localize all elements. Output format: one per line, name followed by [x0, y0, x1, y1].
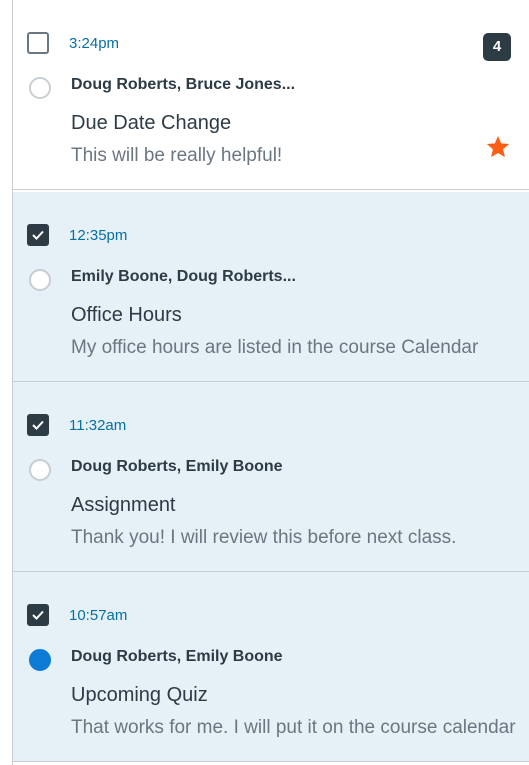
participants: Doug Roberts, Bruce Jones... — [71, 76, 296, 93]
message-preview: This will be really helpful! — [71, 145, 283, 166]
conversation-item[interactable]: 12:35pm Emily Boone, Doug Roberts... Off… — [13, 192, 529, 382]
unread-indicator[interactable] — [29, 649, 51, 671]
select-checkbox[interactable] — [27, 224, 49, 246]
message-time: 11:32am — [69, 417, 127, 434]
inbox-message-list-screen: 3:24pm 4 Doug Roberts, Bruce Jones... Du… — [0, 0, 529, 765]
participants: Doug Roberts, Emily Boone — [71, 458, 283, 475]
select-checkbox[interactable] — [27, 414, 49, 436]
conversation-item[interactable]: 10:57am Doug Roberts, Emily Boone Upcomi… — [13, 572, 529, 762]
checkmark-icon — [32, 230, 44, 240]
checkmark-icon — [32, 610, 44, 620]
read-status-toggle[interactable] — [29, 77, 51, 99]
participants: Doug Roberts, Emily Boone — [71, 648, 283, 665]
read-status-toggle[interactable] — [29, 269, 51, 291]
select-checkbox[interactable] — [27, 604, 49, 626]
select-checkbox[interactable] — [27, 32, 49, 54]
checkmark-icon — [32, 420, 44, 430]
message-time: 10:57am — [69, 607, 128, 624]
message-subject: Office Hours — [71, 304, 182, 326]
conversation-item[interactable]: 11:32am Doug Roberts, Emily Boone Assign… — [13, 382, 529, 572]
conversation-list: 3:24pm 4 Doug Roberts, Bruce Jones... Du… — [12, 0, 529, 765]
message-time: 12:35pm — [69, 227, 128, 244]
message-subject: Upcoming Quiz — [71, 684, 208, 706]
message-subject: Due Date Change — [71, 112, 232, 134]
message-time: 3:24pm — [69, 35, 120, 52]
message-preview: That works for me. I will put it on the … — [71, 717, 516, 738]
conversation-item[interactable]: 3:24pm 4 Doug Roberts, Bruce Jones... Du… — [13, 0, 529, 190]
read-status-toggle[interactable] — [29, 459, 51, 481]
star-icon[interactable] — [485, 134, 511, 160]
message-preview: My office hours are listed in the course… — [71, 337, 479, 358]
message-count-badge: 4 — [483, 33, 511, 61]
participants: Emily Boone, Doug Roberts... — [71, 268, 296, 285]
message-preview: Thank you! I will review this before nex… — [71, 527, 457, 548]
message-subject: Assignment — [71, 494, 176, 516]
